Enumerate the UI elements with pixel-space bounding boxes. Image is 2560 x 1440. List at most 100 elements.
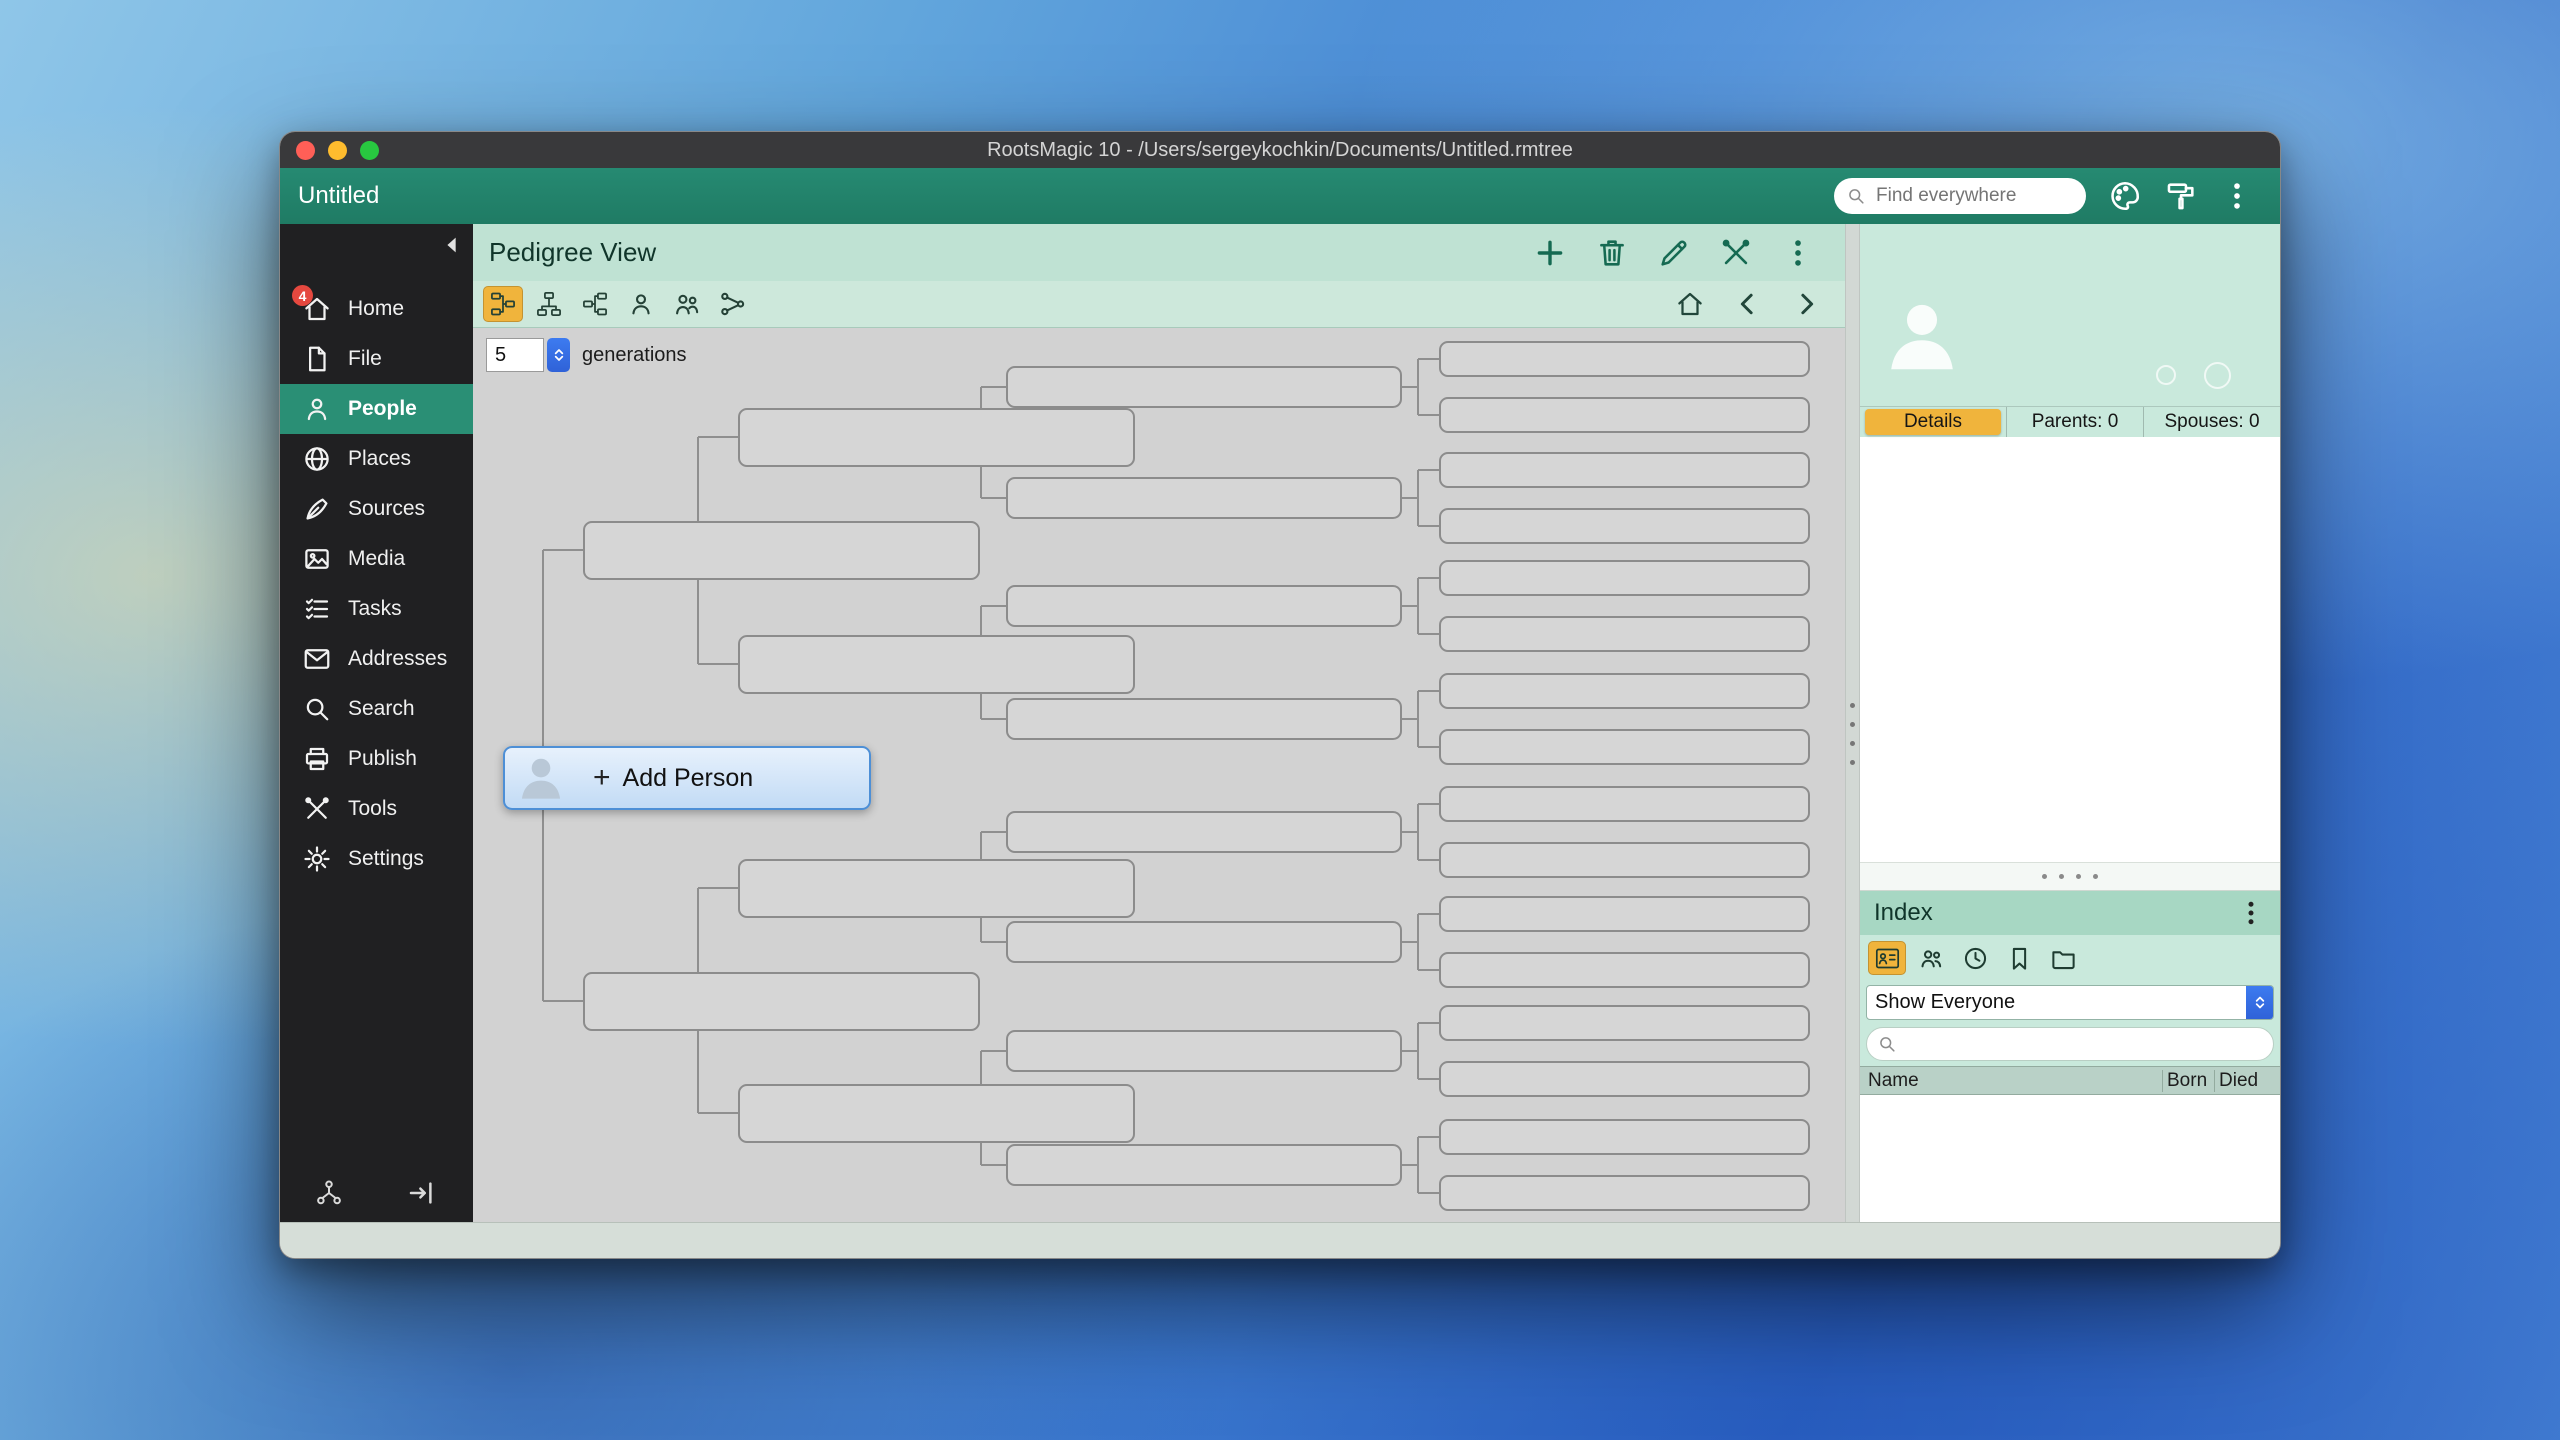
- generations-input[interactable]: [486, 338, 544, 372]
- pedigree-box-gen4-2[interactable]: [1006, 477, 1402, 519]
- tab-details[interactable]: Details: [1865, 409, 2001, 435]
- view-couples-icon[interactable]: [667, 286, 707, 322]
- zoom-window-button[interactable]: [360, 141, 379, 160]
- overflow-menu-icon[interactable]: [1781, 236, 1815, 270]
- groups-icon[interactable]: [1912, 941, 1950, 975]
- index-person-list[interactable]: [1860, 1095, 2280, 1222]
- pedigree-box-gen5-5[interactable]: [1439, 560, 1810, 596]
- window-titlebar: RootsMagic 10 - /Users/sergeykochkin/Doc…: [280, 132, 2280, 168]
- sidebar-item-file[interactable]: File: [280, 334, 473, 384]
- sidebar-item-label: Publish: [348, 747, 417, 771]
- pedigree-box-gen4-4[interactable]: [1006, 698, 1402, 740]
- index-search-input[interactable]: [1903, 1032, 2263, 1056]
- sidebar-item-people[interactable]: People: [280, 384, 473, 434]
- person-side-panel: Details Parents: 0 Spouses: 0 Index: [1860, 224, 2280, 1222]
- sidebar-item-tasks[interactable]: Tasks: [280, 584, 473, 634]
- sidebar-collapse-button[interactable]: [441, 234, 463, 256]
- pedigree-box-gen5-4[interactable]: [1439, 508, 1810, 544]
- global-search[interactable]: [1834, 178, 2086, 214]
- view-family-icon[interactable]: [529, 286, 569, 322]
- add-person-button[interactable]: + Add Person: [503, 746, 871, 810]
- pedigree-box-gen3-2[interactable]: [738, 635, 1135, 694]
- index-filter-dropdown[interactable]: Show Everyone: [1866, 985, 2274, 1020]
- back-icon[interactable]: [1733, 289, 1763, 319]
- share-tree-icon[interactable]: [314, 1178, 344, 1208]
- column-died[interactable]: Died: [2214, 1070, 2280, 1092]
- pedigree-box-gen4-1[interactable]: [1006, 366, 1402, 408]
- desktop-wallpaper: RootsMagic 10 - /Users/sergeykochkin/Doc…: [0, 0, 2560, 1440]
- folders-icon[interactable]: [2044, 941, 2082, 975]
- palette-icon[interactable]: [2108, 179, 2142, 213]
- generations-stepper[interactable]: [547, 338, 570, 372]
- pedigree-box-gen5-1[interactable]: [1439, 341, 1810, 377]
- sidebar: 4 Home File People Places: [280, 224, 473, 1222]
- view-associations-icon[interactable]: [713, 286, 753, 322]
- overflow-menu-icon[interactable]: [2220, 179, 2254, 213]
- pedigree-box-gen5-2[interactable]: [1439, 397, 1810, 433]
- home-nav-icon[interactable]: [1675, 289, 1705, 319]
- column-born[interactable]: Born: [2162, 1070, 2214, 1092]
- column-name[interactable]: Name: [1860, 1070, 2162, 1092]
- pedigree-box-gen4-5[interactable]: [1006, 811, 1402, 853]
- overflow-menu-icon[interactable]: [2236, 898, 2266, 928]
- pedigree-box-gen4-8[interactable]: [1006, 1144, 1402, 1186]
- view-individual-icon[interactable]: [621, 286, 661, 322]
- pedigree-box-gen4-3[interactable]: [1006, 585, 1402, 627]
- index-filter-value: Show Everyone: [1867, 991, 2246, 1014]
- index-resize-handle[interactable]: [1860, 862, 2280, 891]
- index-search[interactable]: [1866, 1027, 2274, 1061]
- edit-icon[interactable]: [1657, 236, 1691, 270]
- sidebar-item-search[interactable]: Search: [280, 684, 473, 734]
- close-window-button[interactable]: [296, 141, 315, 160]
- pedigree-box-gen5-8[interactable]: [1439, 729, 1810, 765]
- sidebar-item-addresses[interactable]: Addresses: [280, 634, 473, 684]
- global-search-input[interactable]: [1874, 184, 2074, 208]
- pedigree-box-gen3-1[interactable]: [738, 408, 1135, 467]
- pedigree-box-gen4-6[interactable]: [1006, 921, 1402, 963]
- exit-icon[interactable]: [406, 1178, 436, 1208]
- index-title: Index: [1874, 899, 1933, 927]
- delete-icon[interactable]: [1595, 236, 1629, 270]
- sidebar-item-settings[interactable]: Settings: [280, 834, 473, 884]
- bookmarks-icon[interactable]: [2000, 941, 2038, 975]
- tab-spouses[interactable]: Spouses: 0: [2143, 407, 2280, 437]
- pedigree-box-gen5-3[interactable]: [1439, 452, 1810, 488]
- pedigree-box-gen5-6[interactable]: [1439, 616, 1810, 652]
- pedigree-box-gen2-2[interactable]: [583, 972, 980, 1031]
- pedigree-box-gen5-15[interactable]: [1439, 1119, 1810, 1155]
- history-icon[interactable]: [1956, 941, 1994, 975]
- splitter-dot: [1850, 722, 1855, 727]
- forward-icon[interactable]: [1791, 289, 1821, 319]
- pedigree-box-gen5-13[interactable]: [1439, 1005, 1810, 1041]
- pedigree-box-gen2-1[interactable]: [583, 521, 980, 580]
- pedigree-box-gen3-4[interactable]: [738, 1084, 1135, 1143]
- view-pedigree-icon[interactable]: [483, 286, 523, 322]
- index-list-icon[interactable]: [1868, 941, 1906, 975]
- pedigree-box-gen4-7[interactable]: [1006, 1030, 1402, 1072]
- pedigree-box-gen5-9[interactable]: [1439, 786, 1810, 822]
- pedigree-box-gen5-16[interactable]: [1439, 1175, 1810, 1211]
- pedigree-box-gen5-14[interactable]: [1439, 1061, 1810, 1097]
- tab-parents[interactable]: Parents: 0: [2006, 407, 2143, 437]
- sidebar-item-home[interactable]: 4 Home: [280, 284, 473, 334]
- sidebar-item-publish[interactable]: Publish: [280, 734, 473, 784]
- sidebar-item-sources[interactable]: Sources: [280, 484, 473, 534]
- add-icon[interactable]: [1533, 236, 1567, 270]
- index-body: Show Everyone Name Born Died: [1860, 981, 2280, 1222]
- paint-roller-icon[interactable]: [2164, 179, 2198, 213]
- main-panel: Pedigree View + Add Person: [473, 224, 1845, 1222]
- panel-splitter[interactable]: [1845, 224, 1860, 1222]
- tools-icon[interactable]: [1719, 236, 1753, 270]
- sidebar-item-places[interactable]: Places: [280, 434, 473, 484]
- pedigree-box-gen5-11[interactable]: [1439, 896, 1810, 932]
- sidebar-item-tools[interactable]: Tools: [280, 784, 473, 834]
- person-tabs: Details Parents: 0 Spouses: 0: [1860, 406, 2280, 437]
- view-descendants-icon[interactable]: [575, 286, 615, 322]
- pedigree-box-gen5-12[interactable]: [1439, 952, 1810, 988]
- sidebar-item-media[interactable]: Media: [280, 534, 473, 584]
- pedigree-box-gen5-10[interactable]: [1439, 842, 1810, 878]
- person-avatar-silhouette: [1880, 294, 1964, 378]
- minimize-window-button[interactable]: [328, 141, 347, 160]
- pedigree-box-gen3-3[interactable]: [738, 859, 1135, 918]
- pedigree-box-gen5-7[interactable]: [1439, 673, 1810, 709]
